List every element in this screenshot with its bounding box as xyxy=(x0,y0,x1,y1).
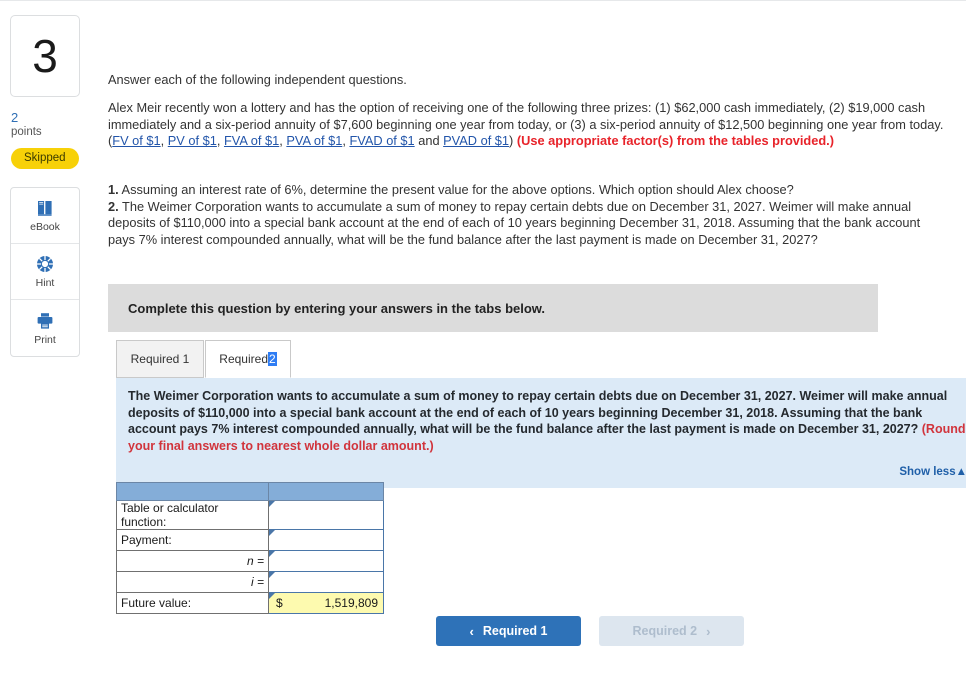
link-sep-2: , xyxy=(216,133,224,148)
tab-required-2-label: Required xyxy=(219,352,268,366)
table-row: Table or calculator function: xyxy=(116,500,384,530)
chevron-left-icon: ‹ xyxy=(469,623,474,639)
requirement-info-panel: The Weimer Corporation wants to accumula… xyxy=(116,378,966,488)
cell-marker-icon xyxy=(269,501,275,507)
chevron-right-icon: › xyxy=(706,623,711,639)
points-block: 2 points xyxy=(10,110,80,139)
points-label: points xyxy=(11,125,42,138)
tool-ebook[interactable]: eBook xyxy=(11,188,79,245)
answer-row-label-payment: Payment: xyxy=(116,529,269,551)
requirement-tabs: Required 1 Required 2 xyxy=(108,340,878,378)
tab-required-2-selected-char: 2 xyxy=(268,352,277,366)
future-value-money: $ 1,519,809 xyxy=(269,593,383,613)
lifebuoy-icon xyxy=(35,254,55,274)
printer-icon xyxy=(35,311,55,331)
requirement-1-marker: 1. xyxy=(108,182,119,197)
next-requirement-button[interactable]: Required 2 › xyxy=(599,616,744,646)
link-conjunction: and xyxy=(414,133,444,148)
cell-marker-icon xyxy=(269,593,275,599)
answer-row-label-future-value: Future value: xyxy=(116,592,269,614)
answer-input-payment[interactable] xyxy=(268,529,384,551)
question-number-box: 3 xyxy=(10,15,80,97)
answer-table-header-label-cell xyxy=(116,482,269,501)
currency-symbol: $ xyxy=(276,596,283,610)
link-pvad-of-1[interactable]: PVAD of $1 xyxy=(443,133,509,148)
answer-input-n[interactable] xyxy=(268,550,384,572)
requirements-paragraph: 1. Assuming an interest rate of 6%, dete… xyxy=(108,182,946,248)
show-less-link[interactable]: Show less▲ xyxy=(899,466,966,478)
cell-marker-icon xyxy=(269,572,275,578)
requirement-info-body: The Weimer Corporation wants to accumula… xyxy=(128,389,948,436)
answer-row-label-n: n = xyxy=(116,550,269,572)
requirement-info-text: The Weimer Corporation wants to accumula… xyxy=(128,388,966,454)
tab-required-1-label: Required 1 xyxy=(130,352,190,366)
requirement-2-marker: 2. xyxy=(108,198,119,214)
instruction-banner: Complete this question by entering your … xyxy=(108,284,878,332)
tab-required-2[interactable]: Required 2 xyxy=(205,340,291,378)
answer-row-label-i: i = xyxy=(116,571,269,593)
requirement-1-text: Assuming an interest rate of 6%, determi… xyxy=(118,182,794,197)
tool-label-hint: Hint xyxy=(35,277,55,290)
cell-marker-icon xyxy=(269,551,275,557)
link-sep-1: , xyxy=(160,133,168,148)
book-icon xyxy=(35,198,55,218)
tab-required-1[interactable]: Required 1 xyxy=(116,340,204,378)
tool-print[interactable]: Print xyxy=(11,300,79,356)
prev-requirement-label: Required 1 xyxy=(482,624,548,638)
prizes-paragraph: Alex Meir recently won a lottery and has… xyxy=(108,100,944,150)
future-value-amount: 1,519,809 xyxy=(324,596,378,610)
top-divider xyxy=(0,0,966,1)
points-value: 2 xyxy=(11,110,19,125)
answer-row-label-function: Table or calculator function: xyxy=(116,500,269,530)
answer-input-i[interactable] xyxy=(268,571,384,593)
caret-up-icon: ▲ xyxy=(955,466,966,478)
answer-table: Table or calculator function: Payment: n… xyxy=(116,482,384,614)
table-row: n = xyxy=(116,550,384,572)
answer-input-future-value[interactable]: $ 1,519,809 xyxy=(268,592,384,614)
table-row: Future value: $ 1,519,809 xyxy=(116,592,384,614)
question-sidebar: 3 2 points Skipped eBook Hint Print xyxy=(10,15,80,358)
link-fvad-of-1[interactable]: FVAD of $1 xyxy=(349,133,414,148)
status-badge[interactable]: Skipped xyxy=(11,148,79,170)
answer-table-header-value-cell xyxy=(268,482,384,501)
tools-panel: eBook Hint Print xyxy=(10,187,80,358)
tool-label-ebook: eBook xyxy=(30,221,60,234)
show-less-row: Show less▲ xyxy=(128,462,966,480)
link-pv-of-1[interactable]: PV of $1 xyxy=(168,133,217,148)
cell-marker-icon xyxy=(269,530,275,536)
link-pva-of-1[interactable]: PVA of $1 xyxy=(286,133,342,148)
link-fv-of-1[interactable]: FV of $1 xyxy=(112,133,160,148)
question-page: 3 2 points Skipped eBook Hint Print Answ… xyxy=(0,0,966,673)
requirement-nav: ‹ Required 1 Required 2 › xyxy=(436,616,744,646)
answer-table-header-row xyxy=(116,482,384,501)
table-row: Payment: xyxy=(116,529,384,551)
instruction-banner-text: Complete this question by entering your … xyxy=(128,300,546,316)
prizes-emphasis: (Use appropriate factor(s) from the tabl… xyxy=(513,133,834,148)
link-fva-of-1[interactable]: FVA of $1 xyxy=(224,133,279,148)
next-requirement-label: Required 2 xyxy=(632,624,698,638)
intro-text: Answer each of the following independent… xyxy=(108,72,407,87)
show-less-label: Show less xyxy=(899,466,956,478)
prev-requirement-button[interactable]: ‹ Required 1 xyxy=(436,616,581,646)
tool-label-print: Print xyxy=(34,333,56,346)
table-row: i = xyxy=(116,571,384,593)
answer-input-function[interactable] xyxy=(268,500,384,530)
question-number: 3 xyxy=(32,30,58,82)
requirement-2-text: The Weimer Corporation wants to accumula… xyxy=(108,198,921,247)
tool-hint[interactable]: Hint xyxy=(11,244,79,301)
